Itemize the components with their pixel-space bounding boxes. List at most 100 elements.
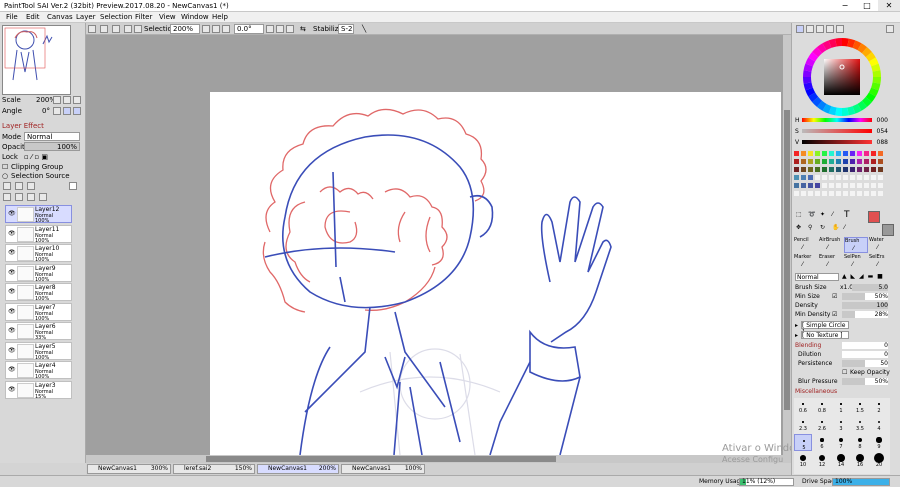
tool-marker[interactable]: Marker ⁄ [794, 254, 818, 270]
hsv-slider-mode-button[interactable] [816, 25, 824, 33]
visibility-eye-icon[interactable]: 👁 [8, 386, 16, 393]
color-swatch[interactable] [850, 183, 855, 188]
color-swatch[interactable] [843, 151, 848, 156]
visibility-eye-icon[interactable]: 👁 [8, 249, 16, 256]
layer-row[interactable]: 👁 Layer4 Normal 100% [5, 361, 72, 380]
canvas-tab[interactable]: leref.sai2 150% [173, 464, 255, 474]
color-swatch[interactable] [871, 151, 876, 156]
color-swatch[interactable] [794, 159, 799, 164]
color-swatch[interactable] [878, 159, 883, 164]
rotate-reset-button[interactable] [286, 25, 294, 33]
scale-minus-button[interactable] [53, 96, 61, 104]
visibility-eye-icon[interactable]: 👁 [8, 210, 16, 217]
size-preset[interactable]: 2 [870, 398, 888, 415]
color-swatch[interactable] [836, 175, 841, 180]
color-swatch[interactable] [808, 183, 813, 188]
menu-file[interactable]: File [6, 13, 18, 21]
horizontal-scroll-thumb[interactable] [206, 456, 556, 462]
color-swatch[interactable] [843, 167, 848, 172]
toolbar-icon-2[interactable] [100, 25, 108, 33]
size-preset[interactable]: 0.8 [813, 398, 831, 415]
color-swatch[interactable] [878, 175, 883, 180]
color-swatch[interactable] [850, 159, 855, 164]
color-swatch[interactable] [878, 167, 883, 172]
color-swatch[interactable] [808, 175, 813, 180]
rgb-slider-mode-button[interactable] [806, 25, 814, 33]
size-preset[interactable]: 14 [832, 452, 850, 469]
rotate-right-button[interactable] [276, 25, 284, 33]
color-swatch[interactable] [843, 183, 848, 188]
opacity-slider[interactable]: 100% [24, 142, 80, 151]
color-swatch[interactable] [871, 191, 876, 196]
size-preset[interactable]: 10 [794, 452, 812, 469]
visibility-eye-icon[interactable]: 👁 [8, 288, 16, 295]
saturation-slider[interactable] [802, 129, 872, 133]
pen-tool-icon[interactable]: ╲ [362, 24, 366, 34]
toolbar-icon-1[interactable] [88, 25, 96, 33]
size-preset[interactable]: 4 [870, 416, 888, 433]
size-preset[interactable]: 8 [851, 434, 869, 451]
scale-plus-button[interactable] [63, 96, 71, 104]
canvas-tab[interactable]: NewCanvas1 300% [87, 464, 171, 474]
color-swatch[interactable] [829, 167, 834, 172]
layer-row[interactable]: 👁 Layer7 Normal 100% [5, 302, 72, 322]
size-preset[interactable]: 2.6 [813, 416, 831, 433]
delete-layer-button[interactable] [39, 193, 47, 201]
color-swatch[interactable] [857, 175, 862, 180]
color-swatch[interactable] [864, 151, 869, 156]
visibility-eye-icon[interactable]: 👁 [8, 269, 16, 276]
visibility-eye-icon[interactable]: 👁 [8, 327, 16, 334]
tool-eraser[interactable]: Eraser ⁄ [819, 254, 843, 270]
size-preset[interactable]: 20 [870, 452, 888, 469]
visibility-eye-icon[interactable]: 👁 [8, 347, 16, 354]
hue-slider[interactable] [802, 118, 872, 122]
value-slider[interactable] [802, 140, 872, 144]
rect-select-icon[interactable]: ⬚ [796, 211, 802, 218]
color-swatch[interactable] [815, 183, 820, 188]
angle-reset-button[interactable] [73, 107, 81, 115]
canvas-tab[interactable]: NewCanvas1 100% [341, 464, 425, 474]
new-folder-button[interactable] [15, 182, 23, 190]
clipping-group-checkbox[interactable]: ☐ [2, 163, 8, 171]
color-swatch[interactable] [850, 167, 855, 172]
scale-reset-button[interactable] [73, 96, 81, 104]
color-swatch[interactable] [822, 159, 827, 164]
layer-row[interactable]: 👁 Layer5 Normal 100% [5, 341, 72, 361]
layer-row[interactable]: 👁 Layer9 Normal 100% [5, 263, 72, 283]
color-swatch[interactable] [801, 191, 806, 196]
color-swatches[interactable] [794, 151, 889, 201]
color-swatch[interactable] [836, 183, 841, 188]
swatch-mode-button[interactable] [826, 25, 834, 33]
eyedropper-icon[interactable]: ⁄ [832, 211, 833, 218]
secondary-color-swatch[interactable] [882, 224, 894, 236]
min-size-checkbox[interactable]: ☑ [832, 293, 837, 300]
color-swatch[interactable] [850, 151, 855, 156]
size-preset[interactable]: 9 [870, 434, 888, 451]
color-swatch[interactable] [815, 151, 820, 156]
keep-opacity-checkbox[interactable]: ☐ [842, 369, 847, 376]
visibility-eye-icon[interactable]: 👁 [8, 230, 16, 237]
angle-minus-button[interactable] [53, 107, 61, 115]
tool-selers[interactable]: SelErs ⁄ [869, 254, 893, 270]
lasso-icon[interactable]: ➰ [808, 211, 815, 218]
tool-selpen[interactable]: SelPen ⁄ [844, 254, 868, 270]
layer-menu-button[interactable] [69, 182, 77, 190]
canvas-area[interactable] [86, 35, 791, 455]
color-wheel[interactable] [802, 37, 882, 117]
size-preset[interactable]: 12 [813, 452, 831, 469]
size-preset[interactable]: 0.6 [794, 398, 812, 415]
vertical-scrollbar[interactable] [783, 35, 791, 455]
color-swatch[interactable] [822, 175, 827, 180]
toolbar-icon-4[interactable] [124, 25, 132, 33]
tool-pencil[interactable]: Pencil ⁄ [794, 237, 818, 253]
min-density-slider[interactable]: 28% [842, 311, 888, 318]
size-preset[interactable]: 7 [832, 434, 850, 451]
transfer-down-button[interactable] [3, 193, 11, 201]
brush-shape-icons[interactable]: ▲ ◣ ◢ ▬ ■ [842, 273, 884, 280]
color-swatch[interactable] [871, 159, 876, 164]
zoom-in-button[interactable] [212, 25, 220, 33]
color-swatch[interactable] [857, 183, 862, 188]
zoom-reset-button[interactable] [222, 25, 230, 33]
color-swatch[interactable] [822, 183, 827, 188]
blending-header[interactable]: Blending [795, 342, 821, 349]
